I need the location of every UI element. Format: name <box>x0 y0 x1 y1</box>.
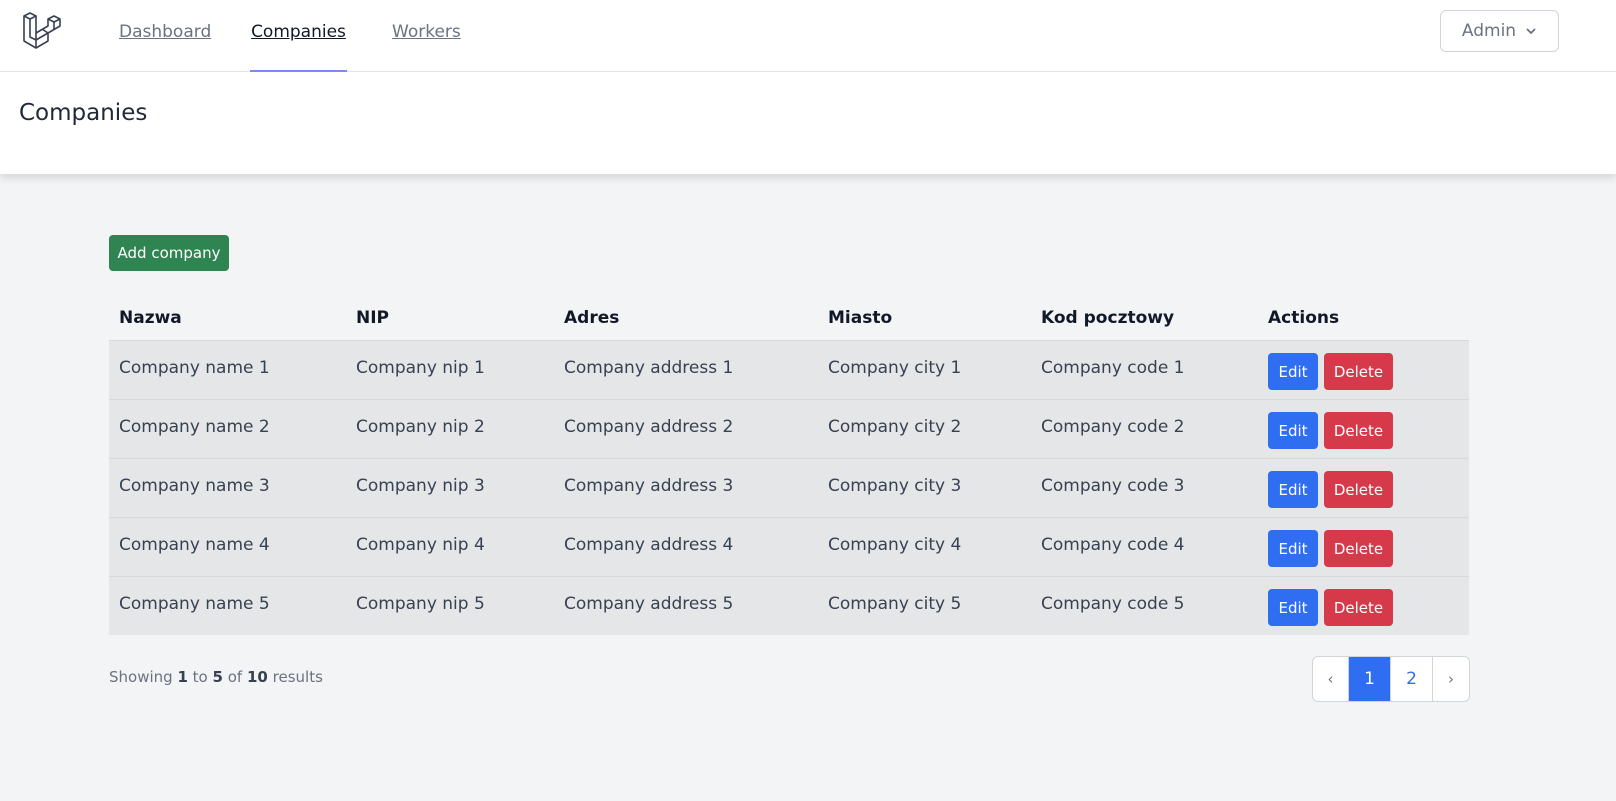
edit-button[interactable]: Edit <box>1268 589 1318 626</box>
delete-button[interactable]: Delete <box>1324 471 1393 508</box>
table-row: Company name 5 Company nip 5 Company add… <box>109 576 1469 635</box>
edit-button[interactable]: Edit <box>1268 471 1318 508</box>
delete-button[interactable]: Delete <box>1324 589 1393 626</box>
column-header-miasto: Miasto <box>828 308 893 328</box>
table-row: Company name 4 Company nip 4 Company add… <box>109 517 1469 576</box>
column-header-nazwa: Nazwa <box>119 308 182 328</box>
row-actions: Edit Delete <box>1268 589 1393 626</box>
user-menu-button[interactable]: Admin <box>1440 10 1559 52</box>
laravel-logo-icon[interactable] <box>22 11 64 53</box>
edit-button[interactable]: Edit <box>1268 412 1318 449</box>
cell-address: Company address 5 <box>564 594 734 614</box>
cell-address: Company address 4 <box>564 535 734 555</box>
cell-nip: Company nip 5 <box>356 594 485 614</box>
showing-of-word: of <box>227 668 243 686</box>
cell-name: Company name 1 <box>119 358 270 378</box>
cell-city: Company city 2 <box>828 417 962 437</box>
add-company-button[interactable]: Add company <box>109 235 229 271</box>
user-menu-label: Admin <box>1461 21 1517 41</box>
row-actions: Edit Delete <box>1268 530 1393 567</box>
nav-link-workers[interactable]: Workers <box>392 0 461 72</box>
row-actions: Edit Delete <box>1268 353 1393 390</box>
column-header-nip: NIP <box>356 308 390 328</box>
nav-link-companies[interactable]: Companies <box>250 0 347 72</box>
showing-results-word: results <box>272 668 323 686</box>
pagination-page-1[interactable]: 1 <box>1349 657 1391 701</box>
cell-address: Company address 2 <box>564 417 734 437</box>
column-header-kod-pocztowy: Kod pocztowy <box>1041 308 1175 328</box>
cell-city: Company city 4 <box>828 535 962 555</box>
cell-nip: Company nip 1 <box>356 358 485 378</box>
row-actions: Edit Delete <box>1268 471 1393 508</box>
cell-postal-code: Company code 4 <box>1041 535 1185 555</box>
cell-postal-code: Company code 2 <box>1041 417 1185 437</box>
delete-button[interactable]: Delete <box>1324 412 1393 449</box>
table-row: Company name 2 Company nip 2 Company add… <box>109 399 1469 458</box>
cell-city: Company city 5 <box>828 594 962 614</box>
cell-city: Company city 1 <box>828 358 962 378</box>
showing-prefix: Showing <box>109 668 173 686</box>
cell-name: Company name 2 <box>119 417 270 437</box>
page-header: Companies <box>0 72 1616 174</box>
pagination: ‹ 1 2 › <box>1312 656 1470 702</box>
row-actions: Edit Delete <box>1268 412 1393 449</box>
pagination-prev-button[interactable]: ‹ <box>1313 657 1349 701</box>
cell-address: Company address 1 <box>564 358 734 378</box>
cell-postal-code: Company code 5 <box>1041 594 1185 614</box>
edit-button[interactable]: Edit <box>1268 530 1318 567</box>
top-navigation: Dashboard Companies Workers Admin <box>0 0 1616 72</box>
cell-nip: Company nip 4 <box>356 535 485 555</box>
cell-postal-code: Company code 3 <box>1041 476 1185 496</box>
page-title: Companies <box>19 100 148 126</box>
cell-city: Company city 3 <box>828 476 962 496</box>
results-from: 1 <box>177 668 188 686</box>
edit-button[interactable]: Edit <box>1268 353 1318 390</box>
cell-nip: Company nip 3 <box>356 476 485 496</box>
nav-link-dashboard[interactable]: Dashboard <box>119 0 211 72</box>
cell-nip: Company nip 2 <box>356 417 485 437</box>
cell-name: Company name 3 <box>119 476 270 496</box>
pagination-page-2[interactable]: 2 <box>1391 657 1433 701</box>
showing-to-word: to <box>192 668 208 686</box>
table-row: Company name 1 Company nip 1 Company add… <box>109 340 1469 399</box>
column-header-adres: Adres <box>564 308 620 328</box>
results-summary: Showing 1 to 5 of 10 results <box>109 668 323 686</box>
cell-name: Company name 4 <box>119 535 270 555</box>
companies-table: Nazwa NIP Adres Miasto Kod pocztowy Acti… <box>109 296 1469 635</box>
cell-name: Company name 5 <box>119 594 270 614</box>
chevron-down-icon <box>1526 28 1536 35</box>
pagination-next-button[interactable]: › <box>1433 657 1469 701</box>
cell-postal-code: Company code 1 <box>1041 358 1185 378</box>
delete-button[interactable]: Delete <box>1324 530 1393 567</box>
delete-button[interactable]: Delete <box>1324 353 1393 390</box>
table-row: Company name 3 Company nip 3 Company add… <box>109 458 1469 517</box>
table-header-row: Nazwa NIP Adres Miasto Kod pocztowy Acti… <box>109 296 1469 340</box>
results-to: 5 <box>212 668 223 686</box>
cell-address: Company address 3 <box>564 476 734 496</box>
results-total: 10 <box>246 668 268 686</box>
column-header-actions: Actions <box>1268 308 1340 328</box>
